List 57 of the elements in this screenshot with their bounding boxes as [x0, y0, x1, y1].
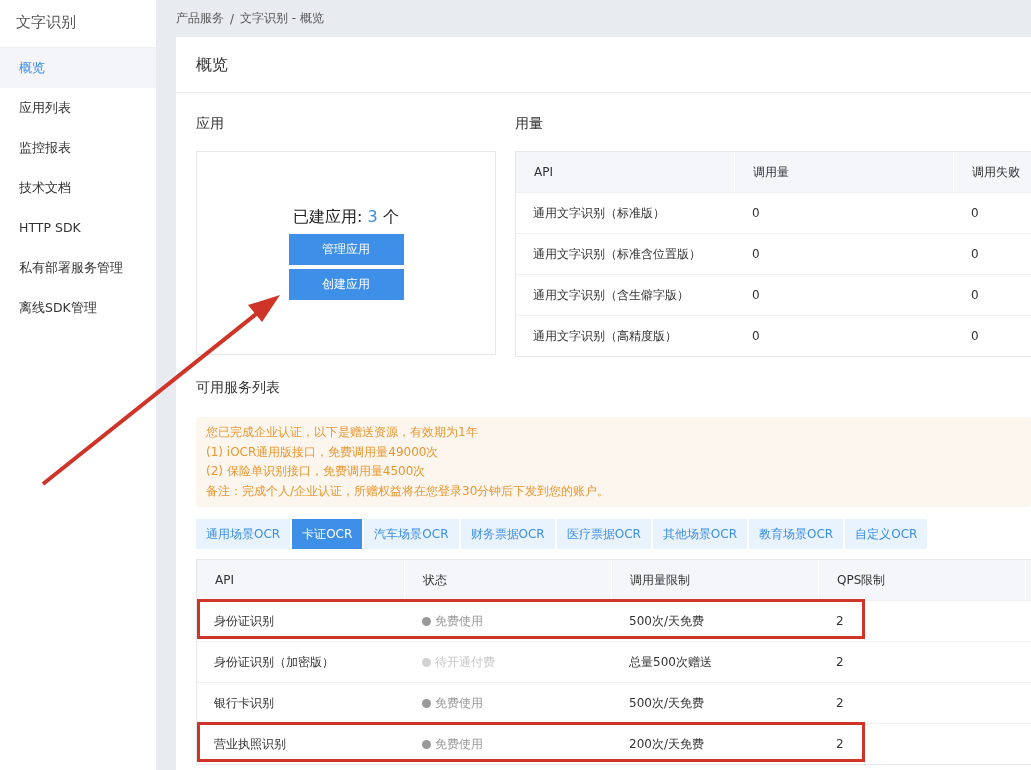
- table-cell-text: 0: [970, 287, 980, 304]
- table-cell-text: 2: [835, 613, 845, 630]
- notice-line: (2) 保险单识别接口，免费调用量4500次: [206, 463, 427, 480]
- section-heading: 用量: [515, 114, 544, 133]
- category-tab[interactable]: 财务票据OCR: [460, 519, 555, 549]
- table-cell-text: 身份证识别: [213, 612, 275, 630]
- status-cell: 免费使用: [405, 724, 612, 764]
- app-button[interactable]: 创建应用: [288, 268, 404, 300]
- app-button[interactable]: 管理应用: [288, 233, 404, 265]
- sidebar-item[interactable]: 概览: [0, 48, 156, 88]
- table-cell-text: 0: [970, 205, 980, 222]
- status-dot-icon: [422, 739, 431, 749]
- status-cell: 免费使用: [405, 683, 612, 723]
- category-tab[interactable]: 汽车场景OCR: [364, 519, 459, 549]
- table-cell-text: 营业执照识别: [213, 735, 287, 753]
- category-tab[interactable]: 通用场景OCR: [196, 519, 291, 549]
- table-cell-text: 2: [835, 736, 845, 753]
- column-header: API: [197, 560, 405, 600]
- table-cell-text: 0: [751, 287, 761, 304]
- table-cell-text: 2: [835, 695, 845, 712]
- category-tab[interactable]: 自定义OCR: [845, 519, 928, 549]
- table-cell-text: 0: [751, 205, 761, 222]
- table-cell-text: 通用文字识别（含生僻字版）: [532, 286, 690, 304]
- table-cell-text: 银行卡识别: [213, 694, 275, 712]
- section-heading: 应用: [196, 114, 225, 133]
- category-tab[interactable]: 其他场景OCR: [652, 519, 748, 549]
- status-dot-icon: [422, 698, 431, 708]
- status-dot-icon: [422, 616, 431, 626]
- table-cell-text: 通用文字识别（高精度版）: [532, 327, 678, 345]
- table-cell-text: 200次/天免费: [628, 735, 705, 753]
- notice-line: 备注：完成个人/企业认证，所赠权益将在您登录30分钟后下发到您的账户。: [206, 482, 611, 500]
- breadcrumb-item[interactable]: 产品服务: [176, 10, 224, 27]
- category-tab[interactable]: 卡证OCR: [292, 519, 363, 549]
- status-cell: 免费使用: [405, 601, 612, 641]
- status-dot-icon: [422, 657, 431, 667]
- notice-line: (1) iOCR通用版接口，免费调用量49000次: [206, 443, 440, 461]
- notice-line: 您已完成企业认证，以下是赠送资源，有效期为1年: [206, 424, 479, 441]
- table-cell-text: 500次/天免费: [628, 694, 705, 712]
- table-cell-text: 通用文字识别（标准含位置版）: [532, 245, 702, 263]
- column-header: 状态: [405, 560, 612, 600]
- breadcrumb-item[interactable]: 文字识别 - 概览: [240, 10, 324, 27]
- table-cell-text: 500次/天免费: [628, 612, 705, 630]
- table-cell-text: 通用文字识别（标准版）: [532, 204, 666, 222]
- category-tab[interactable]: 医疗票据OCR: [556, 519, 651, 549]
- table-cell-text: 身份证识别（加密版）: [213, 653, 335, 671]
- table-cell-text: 2: [835, 654, 845, 671]
- app-count: 已建应用: 3 个: [293, 206, 399, 228]
- table-cell-text: 0: [751, 246, 761, 263]
- column-header: 调用量限制: [612, 560, 819, 600]
- table-cell-text: 总量500次赠送: [628, 653, 713, 671]
- page-title: 概览: [176, 37, 1031, 93]
- section-heading: 可用服务列表: [196, 378, 281, 397]
- table-cell-text: 0: [970, 246, 980, 263]
- table-cell-text: 0: [751, 328, 761, 345]
- breadcrumb-separator: /: [230, 11, 235, 26]
- category-tab[interactable]: 教育场景OCR: [749, 519, 844, 549]
- table-cell-text: 0: [970, 328, 980, 345]
